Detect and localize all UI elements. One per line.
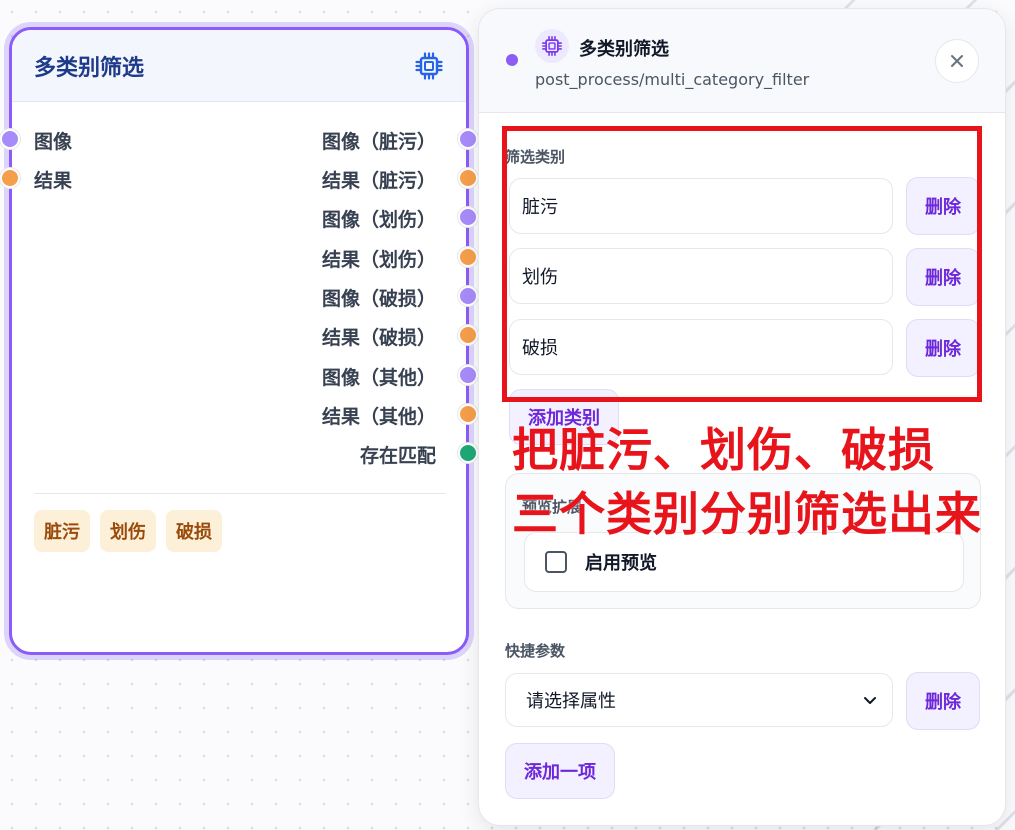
output-port: 结果（其他） [12, 399, 478, 429]
category-tag: 破损 [166, 510, 222, 552]
output-label: 存在匹配 [359, 445, 436, 467]
close-button[interactable] [935, 39, 979, 83]
shortcut-params-label: 快捷参数 [505, 642, 566, 660]
chevron-down-icon [864, 697, 876, 704]
output-port: 图像（破损） [12, 281, 478, 311]
output-label: 图像（脏污） [321, 131, 436, 153]
output-handle[interactable] [458, 207, 478, 227]
annotation-text-line1: 把脏污、划伤、破损 [512, 423, 935, 477]
add-item-button[interactable]: 添加一项 [505, 743, 615, 799]
node-header: 多类别筛选 [12, 30, 466, 102]
filter-node-card[interactable]: 多类别筛选 图像 结果 图像（脏污） 结果（脏污） 图像（划伤） 结果（划伤） … [0, 27, 478, 655]
output-handle[interactable] [458, 286, 478, 306]
output-label: 结果（破损） [321, 327, 436, 349]
output-port: 结果（脏污） [12, 163, 478, 193]
panel-header: 多类别筛选 post_process/multi_category_filter [479, 9, 1005, 113]
category-tag: 划伤 [100, 510, 156, 552]
attribute-select[interactable]: 请选择属性 [505, 673, 893, 727]
output-port-match: 存在匹配 [12, 438, 478, 468]
output-port: 结果（破损） [12, 320, 478, 350]
chip-icon [415, 51, 443, 80]
output-label: 图像（破损） [321, 288, 436, 310]
chip-icon [535, 29, 569, 63]
output-label: 结果（脏污） [321, 170, 436, 192]
output-handle[interactable] [458, 247, 478, 267]
enable-preview-checkbox[interactable] [545, 551, 567, 573]
category-tag: 脏污 [34, 510, 90, 552]
output-port: 结果（划伤） [12, 242, 478, 272]
node-divider [34, 493, 446, 494]
category-tags: 脏污 划伤 破损 [34, 510, 222, 552]
output-port: 图像（其他） [12, 360, 478, 390]
output-label: 图像（划伤） [321, 209, 436, 231]
output-handle[interactable] [458, 325, 478, 345]
output-handle[interactable] [458, 404, 478, 424]
annotation-text-line2: 三个类别分别筛选出来 [512, 487, 982, 541]
delete-param-button[interactable]: 删除 [906, 672, 980, 730]
status-dot [506, 54, 518, 66]
attribute-select-value: 请选择属性 [526, 691, 616, 712]
output-port: 图像（脏污） [12, 124, 478, 154]
annotation-highlight-box [502, 126, 982, 402]
output-handle[interactable] [458, 168, 478, 188]
output-handle-match[interactable] [458, 443, 478, 463]
node-ports: 图像 结果 图像（脏污） 结果（脏污） 图像（划伤） 结果（划伤） 图像（破损） [0, 102, 478, 502]
output-port: 图像（划伤） [12, 202, 478, 232]
panel-node-path: post_process/multi_category_filter [535, 70, 810, 89]
close-icon [951, 55, 963, 67]
node-title: 多类别筛选 [34, 55, 145, 81]
output-handle[interactable] [458, 129, 478, 149]
panel-title: 多类别筛选 [579, 39, 669, 60]
enable-preview-label: 启用预览 [585, 553, 657, 574]
output-label: 结果（划伤） [321, 249, 436, 271]
output-label: 图像（其他） [321, 367, 436, 389]
output-handle[interactable] [458, 365, 478, 385]
output-label: 结果（其他） [321, 406, 436, 428]
